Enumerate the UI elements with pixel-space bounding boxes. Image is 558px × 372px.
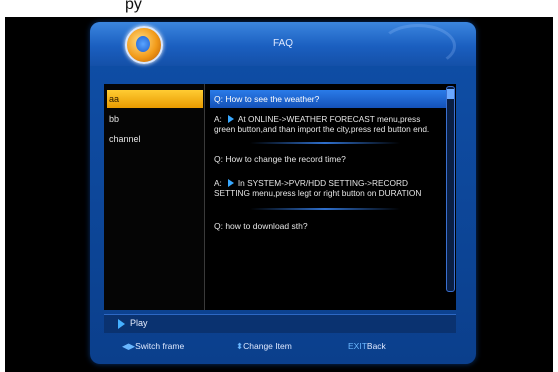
play-icon [118, 319, 125, 329]
divider [250, 142, 400, 144]
footer-hints: ◀▶Switch frame ⬍Change Item EXITBack [90, 338, 476, 360]
bullet-arrow-icon [227, 115, 234, 123]
faq-list: Q: How to see the weather? A: At ONLINE->… [210, 84, 450, 310]
scrollbar-thumb[interactable] [447, 89, 454, 99]
caption-fragment: py [125, 0, 142, 13]
scrollbar[interactable] [446, 86, 455, 292]
faq-question[interactable]: Q: How to change the record time? [210, 150, 446, 168]
play-label: Play [130, 318, 148, 328]
faq-answer: A: In SYSTEM->PVR/HDD SETTING->RECORD SET… [214, 178, 422, 198]
top-caption: py [0, 0, 558, 17]
faq-question[interactable]: Q: How to see the weather? [210, 90, 446, 108]
category-item-aa[interactable]: aa [107, 90, 203, 108]
left-right-arrows-icon: ◀▶ [122, 341, 136, 351]
faq-question[interactable]: Q: how to download sth? [210, 217, 446, 235]
exit-key-label: EXIT [348, 341, 367, 351]
hint-switch-frame: ◀▶Switch frame [122, 341, 185, 351]
hint-change-item: ⬍Change Item [236, 341, 292, 351]
category-list: aa bb channel [104, 84, 205, 310]
hint-exit-back: EXITBack [348, 341, 386, 351]
bullet-arrow-icon [227, 179, 234, 187]
faq-answer: A: At ONLINE->WEATHER FORECAST menu,press… [214, 114, 430, 134]
divider [250, 208, 400, 210]
category-item-channel[interactable]: channel [107, 130, 203, 148]
play-bar[interactable]: Play [104, 314, 456, 333]
page-title: FAQ [272, 38, 293, 49]
category-item-bb[interactable]: bb [107, 110, 203, 128]
